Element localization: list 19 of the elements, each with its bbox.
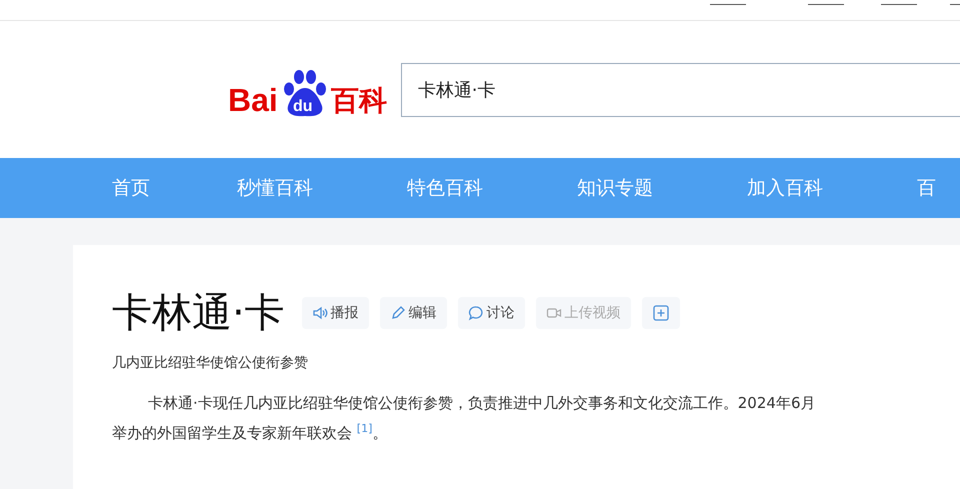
chat-bubble-icon [468,304,484,320]
nav-link[interactable]: 加入百科 [747,175,917,201]
entry-paragraph: 卡林通·卡现任几内亚比绍驻华使馆公使衔参赞，负责推进中几外交事务和文化交流工作。2024年6月举办的外国留学生及专家新年联欢会 $^{[1]}$。 [112,393,816,444]
entry-subtitle: 几内亚比绍驻华使馆公使衔参赞 [112,354,309,372]
nav-link[interactable]: 首页 [112,175,237,201]
baidu-baike-logo[interactable]: Bai du 百科 [228,62,387,118]
search-field[interactable]: 卡林通·卡 [400,62,960,116]
action-button[interactable]: 编辑 [380,296,447,328]
pencil-icon [390,304,406,320]
action-button[interactable]: 播报 [302,296,369,328]
nav-link[interactable]: 秒懂百科 [237,175,407,201]
nav-link[interactable]: 知识专题 [577,175,747,201]
entry-title: 卡林通·卡 [112,289,285,338]
add-button[interactable] [642,296,680,328]
plus-icon [652,304,670,322]
speaker-icon [312,304,328,320]
nav-link[interactable]: 特色百科 [407,175,577,201]
nav-link[interactable]: 百 [917,175,960,201]
action-button[interactable]: 讨论 [458,296,525,328]
